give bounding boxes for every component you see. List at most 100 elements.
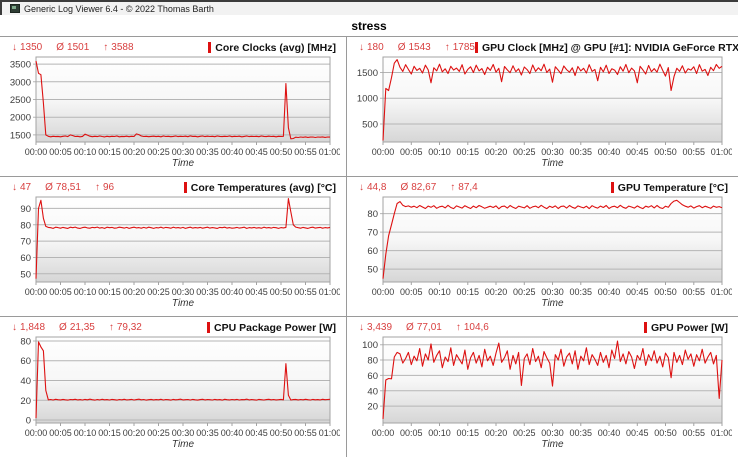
chart-panel-cpu-package-power: ↓1,848 Ø21,35 ↑79,32 CPU Package Power […: [0, 317, 347, 457]
chart-cpu-package-power[interactable]: 02040608000:0000:0500:1000:1500:2000:250…: [2, 334, 340, 455]
svg-text:20: 20: [20, 396, 31, 407]
svg-text:00:50: 00:50: [270, 147, 293, 157]
stat-max-value: 79,32: [117, 322, 142, 333]
svg-text:00:55: 00:55: [294, 428, 317, 438]
legend-color-swatch: [611, 182, 614, 193]
svg-text:500: 500: [362, 120, 378, 131]
svg-text:00:15: 00:15: [457, 428, 480, 438]
svg-text:00:20: 00:20: [123, 287, 146, 297]
svg-text:00:45: 00:45: [245, 287, 268, 297]
chart-stats: ↓47 Ø78,51 ↑96: [12, 182, 114, 193]
svg-text:00:35: 00:35: [196, 147, 219, 157]
arrow-up-icon: ↑: [456, 322, 461, 333]
chart-gpu-clock[interactable]: 5001000150000:0000:0500:1000:1500:2000:2…: [349, 54, 732, 174]
svg-text:00:00: 00:00: [372, 287, 395, 297]
window-titlebar[interactable]: Generic Log Viewer 6.4 - © 2022 Thomas B…: [0, 0, 738, 15]
legend-color-swatch: [184, 182, 187, 193]
svg-text:00:30: 00:30: [541, 147, 564, 157]
stat-min-value: 1,848: [20, 322, 45, 333]
svg-text:00:10: 00:10: [428, 428, 451, 438]
stat-avg-value: 1501: [67, 42, 89, 53]
chart-panel-core-temperatures: ↓47 Ø78,51 ↑96 Core Temperatures (avg) […: [0, 177, 347, 317]
stat-min-value: 1350: [20, 42, 42, 53]
legend-color-swatch: [207, 322, 210, 333]
svg-text:Time: Time: [172, 298, 195, 309]
legend-label: CPU Package Power [W]: [214, 322, 336, 334]
svg-text:00:30: 00:30: [172, 147, 195, 157]
svg-text:00:35: 00:35: [196, 287, 219, 297]
chart-panel-gpu-clock: ↓180 Ø1543 ↑1785 GPU Clock [MHz] @ GPU […: [347, 37, 738, 177]
arrow-up-icon: ↑: [109, 322, 114, 333]
arrow-up-icon: ↑: [95, 182, 100, 193]
arrow-down-icon: ↓: [359, 182, 364, 193]
legend-label: GPU Temperature [°C]: [618, 182, 728, 194]
panel-header: ↓3,439 Ø77,01 ↑104,6 GPU Power [W]: [349, 320, 732, 334]
stat-avg-value: 82,67: [411, 182, 436, 193]
chart-gpu-temperature[interactable]: 5060708000:0000:0500:1000:1500:2000:2500…: [349, 194, 732, 314]
stat-min: ↓180: [359, 42, 384, 53]
chart-core-clocks[interactable]: 1500200025003000350000:0000:0500:1000:15…: [2, 54, 340, 174]
svg-text:00:30: 00:30: [172, 428, 195, 438]
svg-text:70: 70: [367, 228, 378, 239]
stat-max: ↑79,32: [109, 322, 142, 333]
svg-text:00:40: 00:40: [598, 287, 621, 297]
arrow-down-icon: ↓: [12, 182, 17, 193]
svg-text:0: 0: [26, 416, 31, 427]
chart-legend: Core Temperatures (avg) [°C]: [184, 182, 336, 194]
chart-panel-gpu-temperature: ↓44,8 Ø82,67 ↑87,4 GPU Temperature [°C] …: [347, 177, 738, 317]
legend-color-swatch: [644, 322, 647, 333]
svg-text:00:00: 00:00: [25, 428, 48, 438]
chart-stats: ↓44,8 Ø82,67 ↑87,4: [359, 182, 478, 193]
legend-label: Core Clocks (avg) [MHz]: [215, 42, 336, 54]
svg-text:00:25: 00:25: [147, 147, 170, 157]
svg-text:00:35: 00:35: [196, 428, 219, 438]
stat-max: ↑96: [95, 182, 114, 193]
svg-text:60: 60: [367, 371, 378, 382]
legend-label: Core Temperatures (avg) [°C]: [191, 182, 336, 194]
arrow-up-icon: ↑: [103, 42, 108, 53]
svg-text:00:30: 00:30: [541, 287, 564, 297]
svg-text:00:35: 00:35: [570, 147, 593, 157]
svg-text:00:05: 00:05: [400, 428, 423, 438]
stat-max: ↑3588: [103, 42, 133, 53]
chart-gpu-power[interactable]: 2040608010000:0000:0500:1000:1500:2000:2…: [349, 334, 732, 455]
svg-text:1000: 1000: [357, 94, 378, 105]
svg-text:60: 60: [20, 356, 31, 367]
svg-text:00:00: 00:00: [372, 428, 395, 438]
svg-text:00:55: 00:55: [683, 287, 706, 297]
svg-text:00:40: 00:40: [598, 147, 621, 157]
arrow-up-icon: ↑: [445, 42, 450, 53]
svg-text:01:00: 01:00: [711, 147, 732, 157]
svg-text:01:00: 01:00: [319, 287, 340, 297]
svg-text:Time: Time: [541, 298, 564, 309]
chart-panel-gpu-power: ↓3,439 Ø77,01 ↑104,6 GPU Power [W] 20406…: [347, 317, 738, 457]
svg-text:100: 100: [362, 340, 378, 351]
svg-text:00:20: 00:20: [485, 147, 508, 157]
stat-max: ↑87,4: [450, 182, 477, 193]
svg-text:00:15: 00:15: [98, 287, 121, 297]
app-icon: [10, 4, 20, 13]
svg-text:80: 80: [367, 209, 378, 220]
chart-stats: ↓1350 Ø1501 ↑3588: [12, 42, 134, 53]
svg-text:01:00: 01:00: [711, 428, 732, 438]
panel-header: ↓1,848 Ø21,35 ↑79,32 CPU Package Power […: [2, 320, 340, 334]
svg-text:00:10: 00:10: [428, 287, 451, 297]
log-heading-row: stress: [0, 15, 738, 36]
stat-max-value: 1785: [453, 42, 475, 53]
svg-text:00:00: 00:00: [372, 147, 395, 157]
svg-text:00:15: 00:15: [457, 287, 480, 297]
svg-text:00:05: 00:05: [400, 287, 423, 297]
svg-text:40: 40: [20, 376, 31, 387]
svg-text:60: 60: [20, 253, 31, 264]
svg-text:00:25: 00:25: [513, 287, 536, 297]
svg-text:00:50: 00:50: [654, 287, 677, 297]
panel-header: ↓47 Ø78,51 ↑96 Core Temperatures (avg) […: [2, 180, 340, 194]
stat-min-value: 3,439: [367, 322, 392, 333]
svg-text:01:00: 01:00: [319, 147, 340, 157]
chart-core-temperatures[interactable]: 506070809000:0000:0500:1000:1500:2000:25…: [2, 194, 340, 314]
svg-text:00:50: 00:50: [270, 428, 293, 438]
arrow-up-icon: ↑: [450, 182, 455, 193]
svg-text:70: 70: [20, 237, 31, 248]
legend-label: GPU Power [W]: [651, 322, 728, 334]
svg-text:00:40: 00:40: [221, 428, 244, 438]
